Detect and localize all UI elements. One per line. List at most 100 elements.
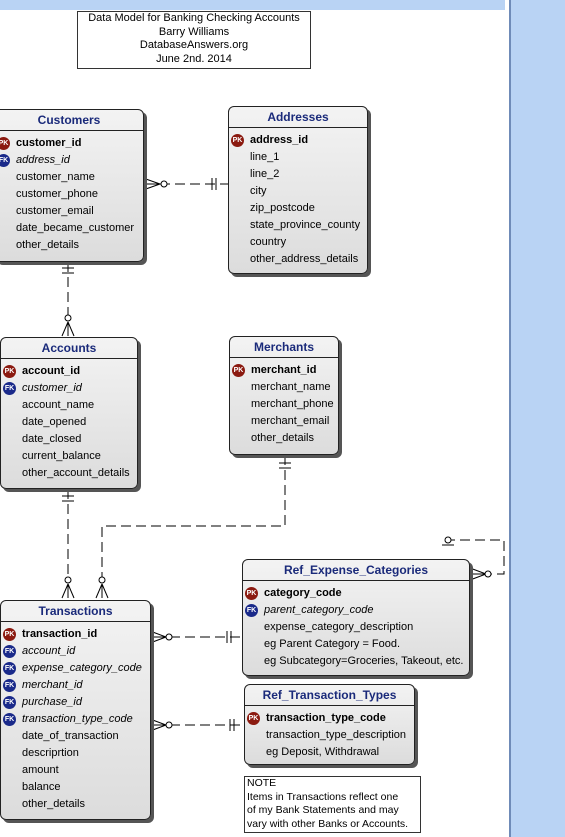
attribute-row: PK account_id [1,363,137,380]
attribute-row: balance [1,779,150,796]
attribute-name: line_1 [250,151,280,163]
attribute-row: PK address_id [229,132,367,149]
entity-attributes: PK category_code FK parent_category_code exp… [243,581,469,670]
entity-ref-expense-categories[interactable]: Ref_Expense_Categories PK category_code FK p… [242,559,470,676]
foreign-key-icon: FK [3,696,16,709]
entity-attributes: PK merchant_id merchant_name merchant_phone… [230,358,338,447]
entity-attributes: PK address_id line_1 line_2city zip_postcode… [229,128,367,268]
attribute-row: account_name [1,397,137,414]
entity-customers[interactable]: Customers PK customer_id FK address_idcustom… [0,109,144,262]
primary-key-icon: PK [3,365,16,378]
attribute-name: other_account_details [22,467,130,479]
attribute-row: amount [1,762,150,779]
attribute-row: line_2 [229,166,367,183]
attribute-name: merchant_id [22,679,83,691]
attribute-row: city [229,183,367,200]
entity-merchants[interactable]: Merchants PK merchant_id merchant_name merch… [229,336,339,455]
attribute-name: amount [22,764,59,776]
attribute-name: transaction_type_description [266,729,407,741]
entity-addresses[interactable]: Addresses PK address_id line_1 line_2city zip… [228,106,368,274]
attribute-name: eg Subcategory=Groceries, Takeout, etc. [264,655,464,667]
entity-attributes: PK transaction_id FK account_id FK expense_ca… [1,622,150,813]
footnote-line: Items in Transactions reflect one [247,790,399,803]
attribute-name: country [250,236,287,248]
foreign-key-icon: FK [3,382,16,395]
attribute-name: merchant_email [251,415,330,427]
footnote-line: NOTE [247,777,277,789]
entity-title: Accounts [1,338,137,359]
attribute-row: PK transaction_id [1,626,150,643]
foreign-key-icon: FK [3,713,16,726]
attribute-name: city [250,185,267,197]
attribute-row: transaction_type_description [245,727,414,744]
attribute-name: merchant_id [251,364,317,376]
footnote-line: vary with other Banks or Accounts. [247,817,409,830]
entity-attributes: PK account_id FK customer_id account_name dat… [1,359,137,482]
attribute-name: date_of_transaction [22,730,119,742]
diagram-title: Data Model for Banking Checking Accounts [88,12,300,24]
entity-title: Ref_Transaction_Types [245,685,414,706]
attribute-row: expense_category_description [243,619,469,636]
attribute-row: FK transaction_type_code [1,711,150,728]
attribute-name: expense_category_description [264,621,414,633]
attribute-name: customer_name [16,171,95,183]
attribute-row: FK address_id [0,152,143,169]
attribute-name: parent_category_code [264,604,374,616]
attribute-row: other_details [230,430,338,447]
diagram-date: June 2nd. 2014 [156,52,232,65]
entity-accounts[interactable]: Accounts PK account_id FK customer_id account… [0,337,138,489]
attribute-name: account_id [22,365,81,377]
diagram-author: Barry Williams [158,25,230,38]
attribute-name: transaction_type_code [22,713,133,725]
primary-key-icon: PK [232,364,245,377]
attribute-row: other_details [0,237,143,254]
attribute-row: FK purchase_id [1,694,150,711]
diagram-header-note: Data Model for Banking Checking Accounts… [77,11,311,69]
entity-title: Addresses [229,107,367,128]
entity-ref-transaction-types[interactable]: Ref_Transaction_Types PK transaction_type_… [244,684,415,765]
attribute-name: line_2 [250,168,280,180]
primary-key-icon: PK [3,628,16,641]
attribute-row: merchant_phone [230,396,338,413]
attribute-name: customer_email [16,205,94,217]
attribute-row: eg Subcategory=Groceries, Takeout, etc. [243,653,469,670]
attribute-name: address_id [16,154,70,166]
attribute-name: current_balance [22,450,101,462]
attribute-row: customer_phone [0,186,143,203]
attribute-row: FK account_id [1,643,150,660]
attribute-row: other_details [1,796,150,813]
attribute-row: other_account_details [1,465,137,482]
entity-attributes: PK transaction_type_code transaction_type_… [245,706,414,761]
attribute-name: merchant_phone [251,398,334,410]
diagram-site: DatabaseAnswers.org [139,39,249,51]
attribute-name: transaction_id [22,628,98,640]
attribute-name: account_id [22,645,76,657]
attribute-row: FK merchant_id [1,677,150,694]
attribute-name: purchase_id [22,696,82,708]
attribute-name: other_details [22,798,85,810]
attribute-row: date_closed [1,431,137,448]
entity-transactions[interactable]: Transactions PK transaction_id FK account_id… [0,600,151,820]
primary-key-icon: PK [247,712,260,725]
entity-title: Customers [0,110,143,131]
attribute-name: customer_id [16,137,82,149]
attribute-row: FK parent_category_code [243,602,469,619]
foreign-key-icon: FK [3,645,16,658]
attribute-row: date_opened [1,414,137,431]
attribute-row: date_of_transaction [1,728,150,745]
attribute-row: current_balance [1,448,137,465]
foreign-key-icon: FK [3,662,16,675]
attribute-name: account_name [22,399,95,411]
attribute-row: zip_postcode [229,200,367,217]
entity-title: Ref_Expense_Categories [243,560,469,581]
primary-key-icon: PK [245,587,258,600]
attribute-name: transaction_type_code [266,712,386,724]
attribute-row: descriprtion [1,745,150,762]
attribute-row: PK customer_id [0,135,143,152]
attribute-name: zip_postcode [250,202,315,214]
footnote: NOTE Items in Transactions reflect one o… [244,776,421,833]
attribute-row: country [229,234,367,251]
foreign-key-icon: FK [3,679,16,692]
attribute-name: expense_category_code [22,662,142,674]
attribute-name: balance [22,781,61,793]
